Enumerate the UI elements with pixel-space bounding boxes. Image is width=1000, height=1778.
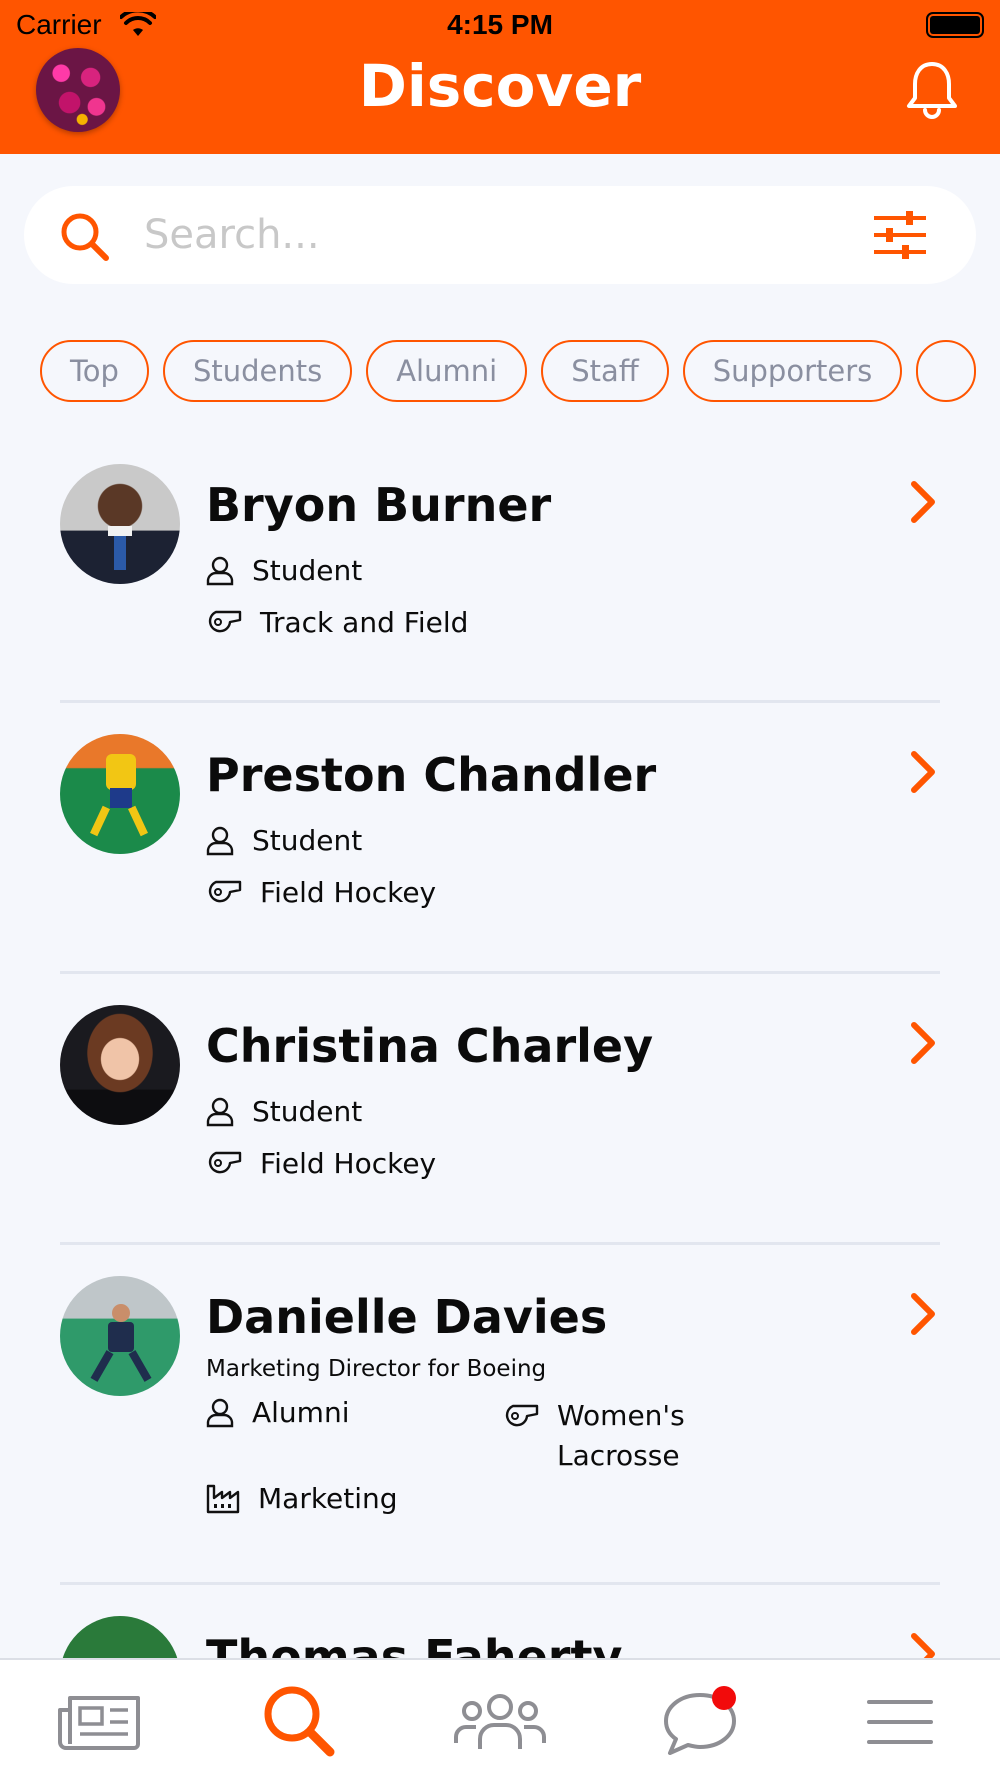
list-item[interactable]: Christina Charley Student Field Hockey xyxy=(0,971,1000,1245)
people-list: Bryon Burner Student Track and Field Pre… xyxy=(0,430,1000,1658)
battery-icon xyxy=(926,12,984,38)
chip-supporters[interactable]: Supporters xyxy=(682,340,903,402)
user-icon xyxy=(206,1097,234,1127)
user-icon xyxy=(206,1398,234,1428)
role-meta: Student xyxy=(206,824,362,857)
role-label: Alumni xyxy=(252,1396,350,1429)
filter-sliders-icon[interactable] xyxy=(872,210,928,264)
sport-label: Field Hockey xyxy=(260,876,437,909)
status-time: 4:15 PM xyxy=(447,9,553,40)
search-bar[interactable] xyxy=(24,186,976,284)
chip-alumni[interactable]: Alumni xyxy=(366,340,528,402)
sport-meta: Field Hockey xyxy=(206,876,436,909)
status-bar: Carrier 4:15 PM xyxy=(0,0,1000,50)
person-name: Bryon Burner xyxy=(206,478,552,532)
sport-label: Track and Field xyxy=(260,606,469,639)
person-name: Thomas Faherty xyxy=(206,1630,623,1658)
role-meta: Student xyxy=(206,554,362,587)
sport-label: Field Hockey xyxy=(260,1147,437,1180)
factory-icon xyxy=(206,1484,240,1514)
whistle-icon xyxy=(208,610,242,633)
search-icon xyxy=(58,210,114,270)
newspaper-icon xyxy=(58,1696,140,1750)
chip-top[interactable]: Top xyxy=(40,340,149,402)
tab-bar xyxy=(0,1658,1000,1778)
list-item[interactable]: Danielle Davies Marketing Director for B… xyxy=(0,1242,1000,1585)
filter-chips: Top Students Alumni Staff Supporters xyxy=(40,340,976,404)
industry-label: Marketing xyxy=(258,1482,398,1515)
list-item[interactable]: Bryon Burner Student Track and Field xyxy=(0,430,1000,703)
whistle-icon xyxy=(505,1404,539,1427)
avatar xyxy=(60,734,180,854)
list-item[interactable]: Thomas Faherty xyxy=(0,1582,1000,1658)
hamburger-menu-icon xyxy=(867,1700,933,1744)
tab-discover[interactable] xyxy=(240,1682,360,1762)
people-group-icon xyxy=(454,1694,546,1749)
tab-messages[interactable] xyxy=(640,1682,760,1762)
notifications-bell-icon[interactable] xyxy=(900,58,964,126)
sport-meta: Field Hockey xyxy=(206,1147,436,1180)
role-label: Student xyxy=(252,554,363,587)
person-headline: Marketing Director for Boeing xyxy=(206,1356,547,1382)
chevron-right-icon[interactable] xyxy=(908,1021,938,1069)
chip-staff[interactable]: Staff xyxy=(541,340,669,402)
search-input[interactable] xyxy=(144,206,844,264)
role-meta: Alumni xyxy=(206,1396,349,1429)
chip-more[interactable] xyxy=(916,340,976,402)
chevron-right-icon[interactable] xyxy=(908,1292,938,1340)
person-name: Preston Chandler xyxy=(206,748,657,802)
avatar xyxy=(60,464,180,584)
sport-meta: Women's Lacrosse xyxy=(503,1396,703,1476)
app-header: Carrier 4:15 PM Discover xyxy=(0,0,1000,154)
sport-label: Women's Lacrosse xyxy=(557,1399,685,1472)
page-title: Discover xyxy=(358,52,642,120)
role-meta: Student xyxy=(206,1095,362,1128)
tab-groups[interactable] xyxy=(440,1682,560,1762)
role-label: Student xyxy=(252,824,363,857)
whistle-icon xyxy=(208,880,242,903)
industry-meta: Marketing xyxy=(206,1482,398,1515)
user-icon xyxy=(206,556,234,586)
avatar xyxy=(60,1616,180,1658)
list-item[interactable]: Preston Chandler Student Field Hockey xyxy=(0,700,1000,974)
person-name: Christina Charley xyxy=(206,1019,654,1073)
tab-menu[interactable] xyxy=(840,1682,960,1762)
search-icon xyxy=(264,1686,335,1757)
chevron-right-icon[interactable] xyxy=(908,480,938,528)
chip-students[interactable]: Students xyxy=(162,340,353,402)
person-name: Danielle Davies xyxy=(206,1290,608,1344)
tab-news[interactable] xyxy=(40,1682,160,1762)
notification-badge xyxy=(712,1686,736,1710)
role-label: Student xyxy=(252,1095,363,1128)
sport-meta: Track and Field xyxy=(206,606,468,639)
avatar xyxy=(60,1005,180,1125)
whistle-icon xyxy=(208,1151,242,1174)
chevron-right-icon[interactable] xyxy=(908,750,938,798)
user-icon xyxy=(206,826,234,856)
avatar xyxy=(60,1276,180,1396)
chevron-right-icon[interactable] xyxy=(908,1632,938,1658)
